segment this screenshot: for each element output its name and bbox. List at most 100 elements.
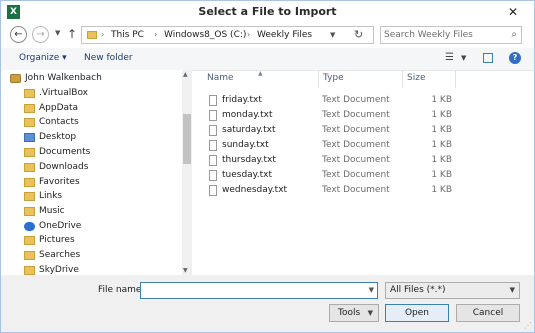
contacts-icon: [24, 118, 35, 127]
forward-button[interactable]: →: [32, 26, 49, 43]
file-name-dropdown-icon[interactable]: ▼: [369, 286, 374, 294]
address-bar[interactable]: › This PC › Windows8_OS (C:) › Weekly Fi…: [81, 26, 374, 44]
resize-grip-icon[interactable]: ⋰: [524, 321, 532, 330]
file-name: wednesday.txt: [222, 185, 288, 195]
text-file-icon: [209, 125, 217, 136]
documents-icon: [24, 148, 35, 157]
breadcrumb-drive[interactable]: Windows8_OS (C:): [164, 30, 246, 40]
tree-item-label: Downloads: [39, 162, 89, 172]
breadcrumb-separator-icon[interactable]: ›: [101, 30, 104, 39]
tools-label: Tools: [338, 308, 361, 318]
column-header-type[interactable]: Type: [323, 73, 344, 83]
tree-item-label: .VirtualBox: [39, 88, 88, 98]
file-row[interactable]: friday.txt Text Document 1 KB: [209, 94, 519, 109]
text-file-icon: [209, 170, 217, 181]
chevron-down-icon: ▼: [367, 309, 373, 317]
file-type: Text Document: [322, 155, 390, 165]
text-file-icon: [209, 140, 217, 151]
file-type: Text Document: [322, 125, 390, 135]
tree-item-label: Links: [39, 191, 63, 201]
file-name-label: File name:: [98, 285, 145, 295]
folder-icon: [24, 104, 35, 113]
file-name: thursday.txt: [222, 155, 276, 165]
file-type: Text Document: [322, 185, 390, 195]
cancel-button[interactable]: Cancel: [456, 304, 520, 322]
tree-item-label: John Walkenbach: [25, 73, 102, 83]
file-name: monday.txt: [222, 110, 273, 120]
file-size: 1 KB: [431, 170, 452, 180]
onedrive-icon: [24, 222, 35, 231]
view-dropdown-chevron-icon[interactable]: ▼: [461, 54, 466, 62]
scroll-up-icon[interactable]: ▲: [183, 71, 188, 78]
breadcrumb-separator-icon[interactable]: ›: [247, 30, 250, 39]
column-header-size[interactable]: Size: [407, 73, 425, 83]
refresh-icon[interactable]: ↻: [354, 28, 363, 41]
user-folder-icon: [10, 74, 21, 83]
help-icon[interactable]: ?: [509, 52, 521, 64]
file-row[interactable]: sunday.txt Text Document 1 KB: [209, 139, 519, 154]
file-row[interactable]: wednesday.txt Text Document 1 KB: [209, 184, 519, 199]
file-row[interactable]: monday.txt Text Document 1 KB: [209, 109, 519, 124]
links-icon: [24, 192, 35, 201]
file-name: saturday.txt: [222, 125, 276, 135]
breadcrumb-weekly-files[interactable]: Weekly Files: [257, 30, 312, 40]
recent-locations-chevron-icon[interactable]: ▼: [55, 29, 60, 37]
search-input[interactable]: [384, 28, 504, 42]
tree-item-label: AppData: [39, 103, 79, 113]
column-divider[interactable]: [402, 70, 403, 88]
file-type-selected: All Files (*.*): [390, 285, 446, 295]
file-size: 1 KB: [431, 110, 452, 120]
text-file-icon: [209, 155, 217, 166]
searches-icon: [24, 251, 35, 260]
file-name-combobox[interactable]: ▼: [140, 282, 378, 299]
back-button[interactable]: ←: [10, 26, 27, 43]
file-list: ▲ Name Type Size friday.txt Text Documen…: [197, 70, 523, 275]
tools-button[interactable]: Tools ▼: [329, 304, 379, 322]
search-box[interactable]: ⌕: [380, 26, 522, 44]
preview-pane-icon[interactable]: [483, 53, 493, 63]
file-size: 1 KB: [431, 125, 452, 135]
breadcrumb-this-pc[interactable]: This PC: [111, 30, 144, 40]
open-button[interactable]: Open: [385, 304, 449, 322]
title-bar: X Select a File to Import ✕: [1, 1, 534, 24]
file-row[interactable]: saturday.txt Text Document 1 KB: [209, 124, 519, 139]
column-header-name[interactable]: Name: [207, 73, 234, 83]
search-icon[interactable]: ⌕: [511, 29, 517, 40]
text-file-icon: [209, 185, 217, 196]
favorites-icon: [24, 178, 35, 187]
tree-item-label: Pictures: [39, 235, 75, 245]
file-row[interactable]: tuesday.txt Text Document 1 KB: [209, 169, 519, 184]
column-divider[interactable]: [318, 70, 319, 88]
chevron-down-icon: ▼: [509, 286, 515, 294]
pictures-icon: [24, 236, 35, 245]
view-options-icon[interactable]: ☰: [445, 52, 454, 63]
new-folder-button[interactable]: New folder: [84, 53, 133, 63]
file-type-select[interactable]: All Files (*.*) ▼: [385, 282, 520, 299]
organize-button[interactable]: Organize ▾: [19, 53, 67, 63]
file-row[interactable]: thursday.txt Text Document 1 KB: [209, 154, 519, 169]
file-size: 1 KB: [431, 140, 452, 150]
file-name: sunday.txt: [222, 140, 269, 150]
close-button[interactable]: ✕: [498, 3, 528, 21]
folder-icon: [24, 266, 35, 275]
scroll-down-icon[interactable]: ▼: [183, 267, 188, 274]
dialog-title: Select a File to Import: [198, 5, 337, 18]
tree-item-label: Favorites: [39, 177, 80, 187]
file-size: 1 KB: [431, 95, 452, 105]
column-divider[interactable]: [455, 70, 456, 88]
address-dropdown-icon[interactable]: ▼: [330, 31, 335, 39]
navigation-pane-scrollbar[interactable]: ▲ ▼: [182, 70, 192, 275]
tree-item-label: Contacts: [39, 117, 79, 127]
file-name-input[interactable]: [143, 284, 363, 297]
breadcrumb-separator-icon[interactable]: ›: [154, 30, 157, 39]
file-name: tuesday.txt: [222, 170, 272, 180]
scrollbar-thumb[interactable]: [183, 114, 191, 164]
music-icon: [24, 207, 35, 216]
tree-item-label: Music: [39, 206, 65, 216]
folder-icon: [87, 31, 97, 39]
up-button[interactable]: ↑: [67, 27, 77, 41]
tree-item-label: Desktop: [39, 132, 77, 142]
file-size: 1 KB: [431, 155, 452, 165]
text-file-icon: [209, 110, 217, 121]
tree-item-label: Documents: [39, 147, 91, 157]
